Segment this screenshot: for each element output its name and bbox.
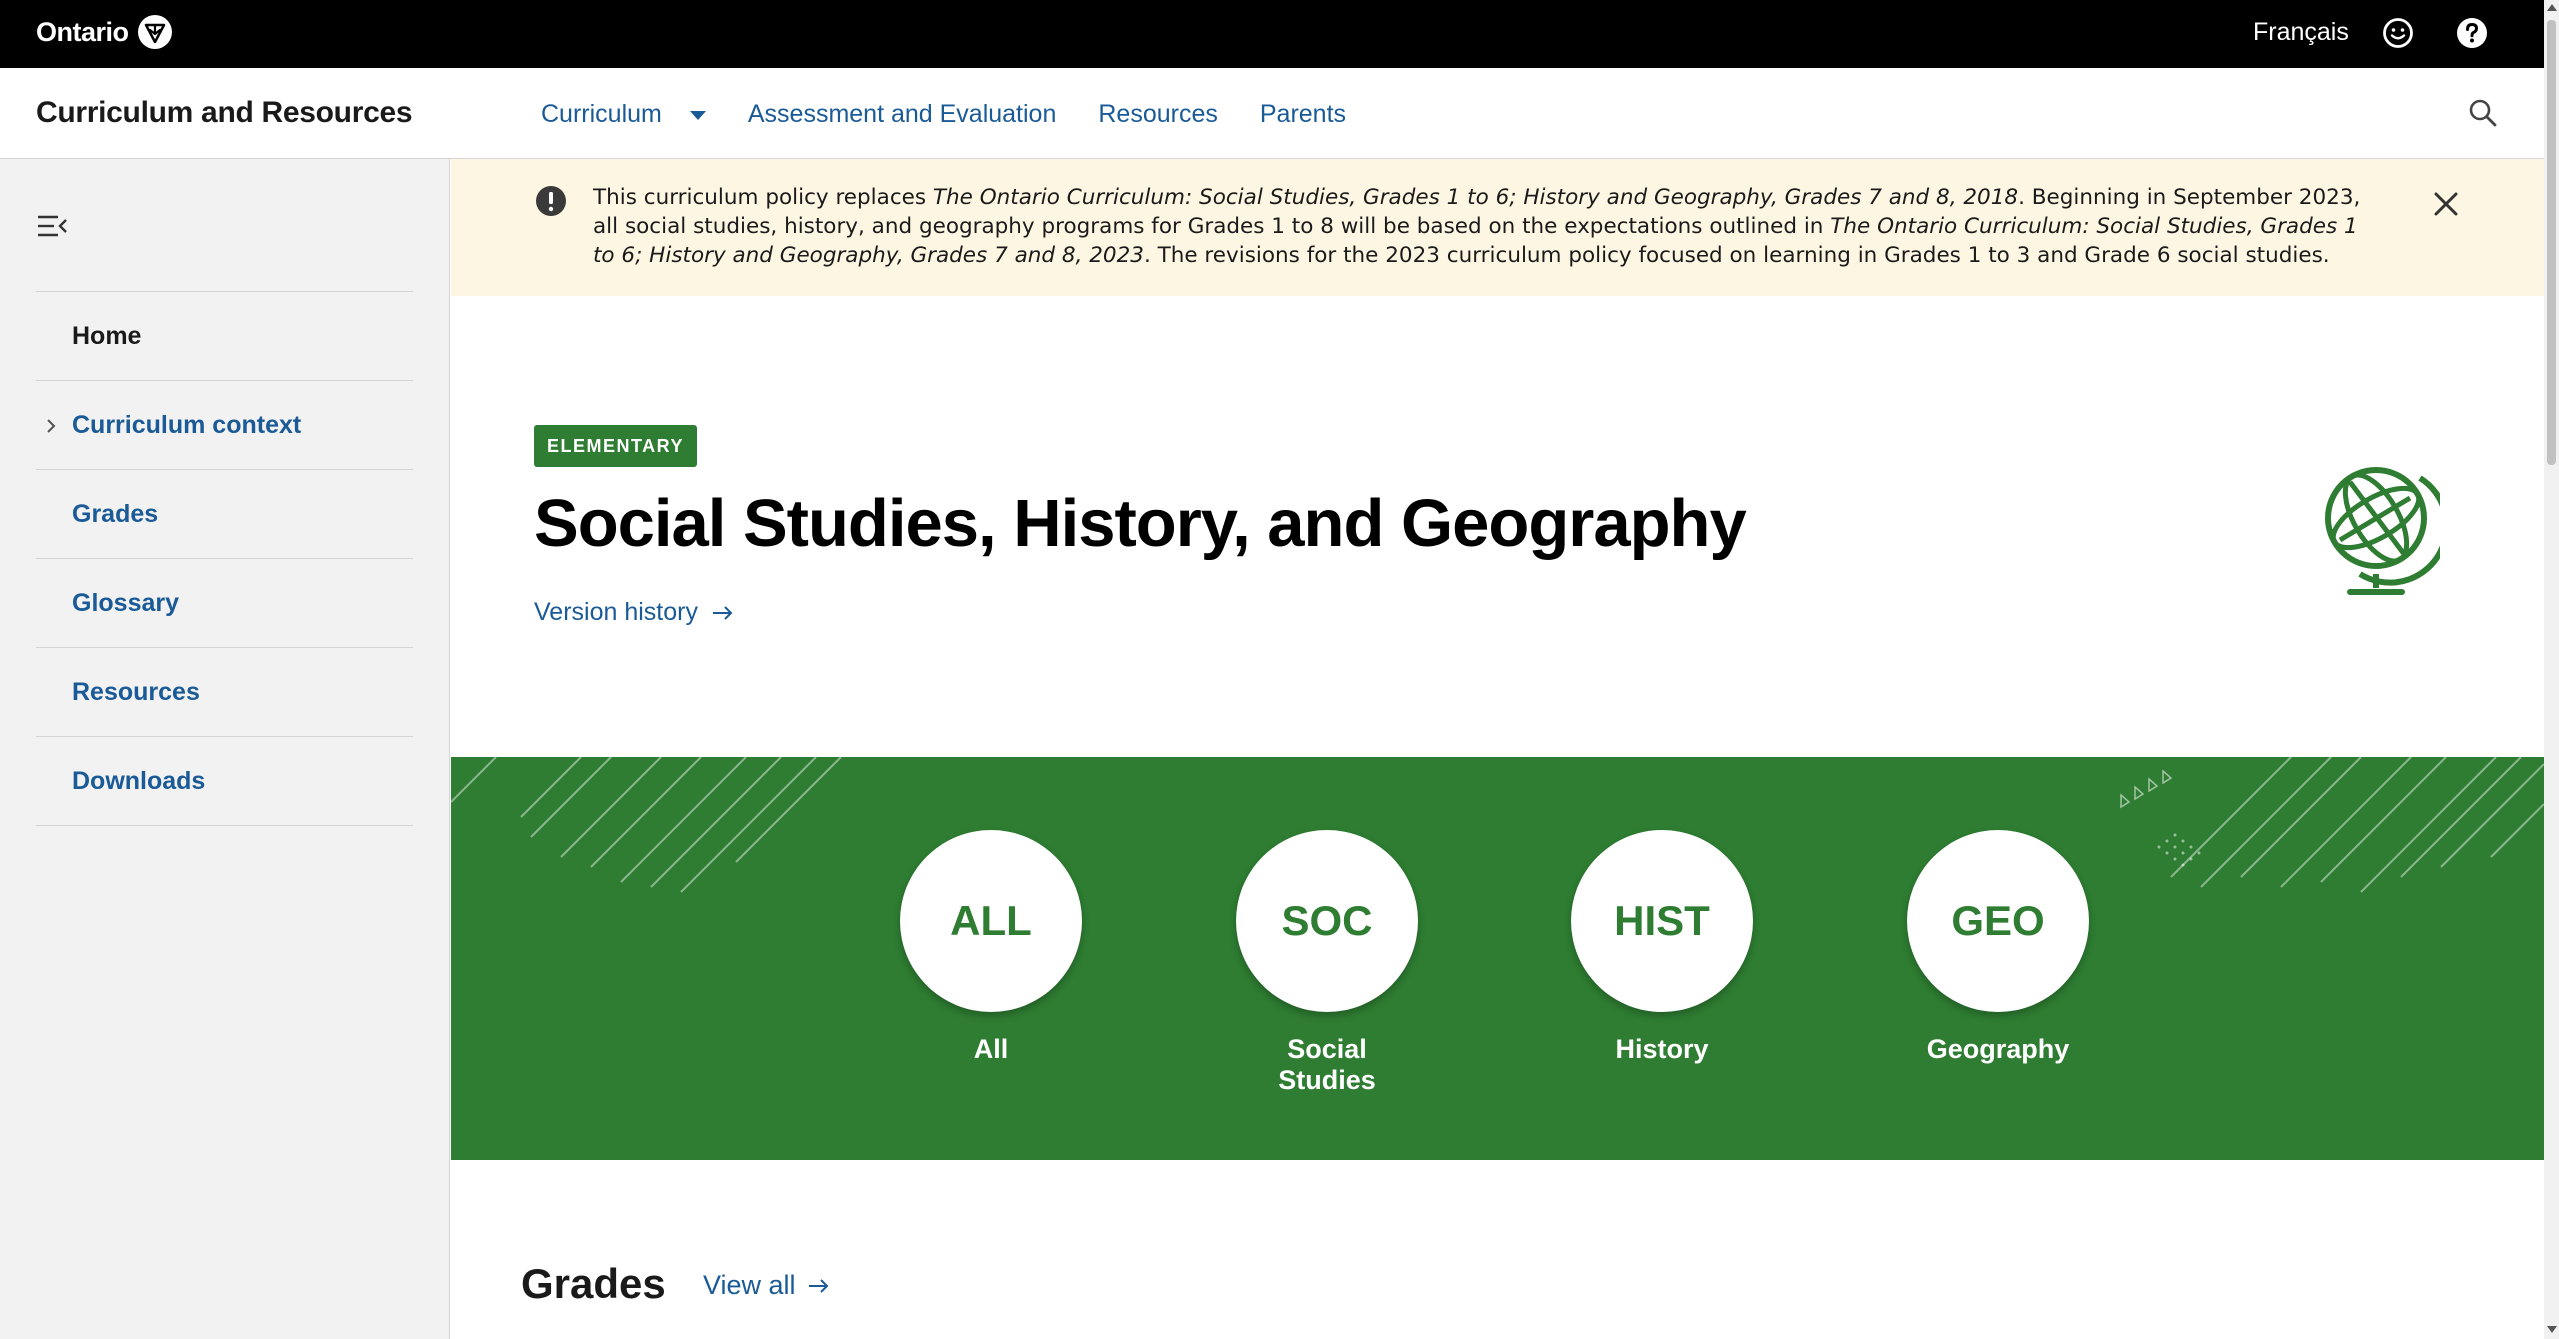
sidebar-item-downloads[interactable]: Downloads [36,737,413,826]
arrow-right-icon [712,605,733,620]
sidebar-item-curriculum-context[interactable]: Curriculum context [36,381,413,470]
nav-item-label: Resources [1098,100,1218,128]
elementary-badge: ELEMENTARY [534,425,698,467]
sidebar-item-label: Resources [72,677,200,706]
subject-tile-social-studies[interactable]: SOC Social Studies [1236,830,1418,1096]
globe-icon [2325,467,2440,595]
nav-item-label: Parents [1259,100,1347,128]
trillium-logo-icon [137,15,172,49]
subject-tile-all[interactable]: ALL All [900,830,1082,1065]
search-icon[interactable] [2466,96,2500,130]
sidebar-item-grades[interactable]: Grades [36,470,413,559]
version-history-label: Version history [534,598,698,626]
view-all-label: View all [703,1270,796,1300]
arrow-right-icon [808,1278,828,1293]
banner-italic-1: The Ontario Curriculum: Social Studies, … [932,185,2019,210]
scroll-up-arrow-icon[interactable] [2547,4,2557,11]
sidebar-item-label: Downloads [72,766,206,795]
decorative-stripes [451,757,2544,893]
subject-label: All [973,1034,1009,1064]
page-scrollbar[interactable] [2544,0,2559,1339]
ontario-logo-link[interactable]: Ontario [36,14,173,50]
version-history-link[interactable]: Version history [534,598,734,627]
subject-selector-band: ALL All SOC Social Studies HIST History … [451,757,2544,1160]
ontario-logo-text: Ontario [36,16,129,47]
nav-item-assessment[interactable]: Assessment and Evaluation [748,100,1057,129]
sidebar-item-resources[interactable]: Resources [36,648,413,737]
sidebar-item-glossary[interactable]: Glossary [36,559,413,648]
alert-exclamation-icon [536,186,566,216]
subject-abbr: ALL [900,830,1082,1012]
site-title[interactable]: Curriculum and Resources [36,96,413,130]
chevron-right-icon[interactable] [44,417,58,435]
scrollbar-thumb[interactable] [2547,20,2556,465]
banner-message: This curriculum policy replaces The Onta… [593,183,2383,270]
sidebar-item-label: Home [72,321,142,350]
menu-collapse-icon[interactable] [36,213,68,239]
sidebar-item-label: Glossary [72,588,180,617]
subject-label: History [1615,1034,1709,1064]
subject-abbr: GEO [1907,830,2089,1012]
scroll-down-arrow-icon[interactable] [2547,1326,2557,1333]
view-all-grades-link[interactable]: View all [703,1270,830,1301]
sidebar-item-label: Curriculum context [72,410,302,439]
chevron-down-icon [689,111,706,120]
grades-heading: Grades [521,1260,666,1307]
language-toggle-link[interactable]: Français [2253,18,2349,47]
banner-text-3: . The revisions for the 2023 curriculum … [1143,243,2330,268]
close-icon[interactable] [2431,189,2461,219]
nav-item-parents[interactable]: Parents [1260,100,1346,129]
nav-item-label: Curriculum [541,100,662,128]
site-header: Curriculum and Resources Curriculum Asse… [0,68,2544,159]
nav-item-resources[interactable]: Resources [1098,100,1218,129]
subject-label: Geography [1926,1034,2070,1064]
sidebar-nav-list: Home Curriculum context Grades Glossary … [36,291,413,826]
sidebar: Home Curriculum context Grades Glossary … [0,159,450,1339]
sidebar-item-home[interactable]: Home [36,292,413,381]
subject-abbr: SOC [1236,830,1418,1012]
banner-text-1: This curriculum policy replaces [593,185,933,210]
subject-tile-history[interactable]: HIST History [1571,830,1753,1065]
subject-label: Social Studies [1278,1034,1376,1095]
main-nav: Curriculum Assessment and Evaluation Res… [541,100,1388,129]
page-title: Social Studies, History, and Geography [534,486,1747,561]
policy-notice-banner: This curriculum policy replaces The Onta… [451,159,2544,296]
help-question-icon[interactable] [2455,16,2489,50]
feedback-smiley-icon[interactable] [2381,16,2415,50]
nav-item-curriculum[interactable]: Curriculum [541,100,706,129]
ontario-top-bar: Ontario Français [0,0,2559,68]
nav-item-label: Assessment and Evaluation [747,100,1057,128]
subject-tile-geography[interactable]: GEO Geography [1907,830,2089,1065]
subject-abbr: HIST [1571,830,1753,1012]
sidebar-item-label: Grades [72,499,159,528]
